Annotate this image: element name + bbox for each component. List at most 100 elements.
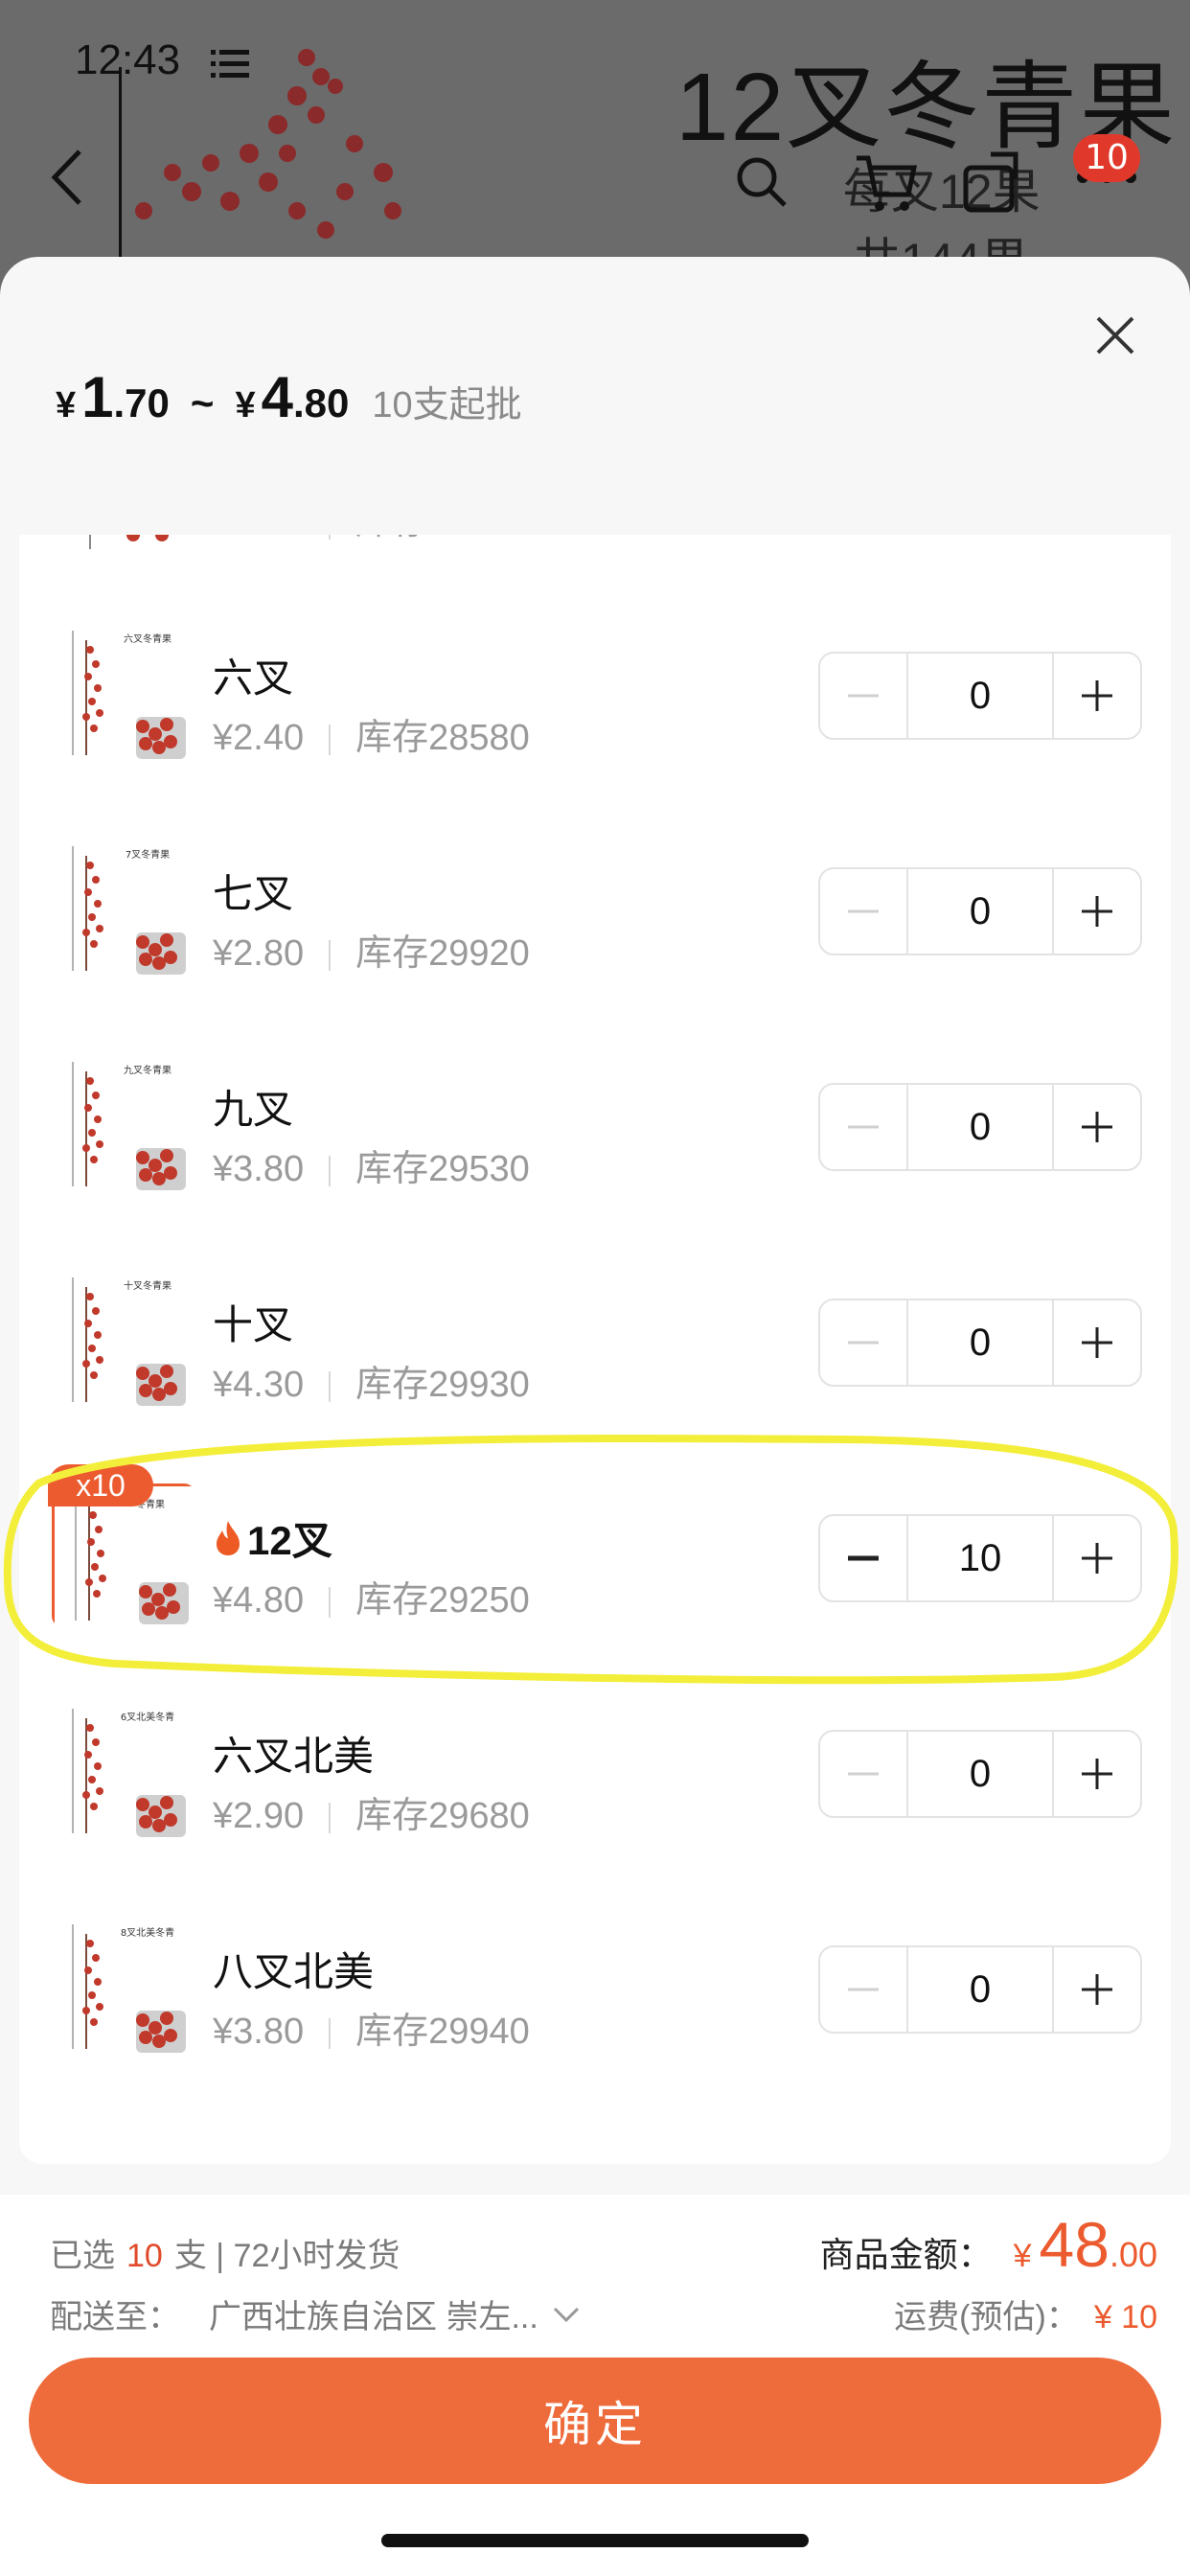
minus-icon: [848, 1772, 879, 1776]
sku-row[interactable]: 六叉冬青果 六叉 ¥2.40 库存28580 0: [19, 583, 1171, 798]
sku-row[interactable]: 6叉北美冬青 六叉北美 ¥2.90 库存29680 0: [19, 1661, 1171, 1876]
quantity-value[interactable]: 0: [906, 1300, 1054, 1385]
quantity-value[interactable]: 0: [906, 869, 1054, 954]
svg-text:7叉冬青果: 7叉冬青果: [126, 848, 170, 861]
sku-stock: 库存29930: [355, 1365, 530, 1405]
quantity-value[interactable]: 0: [906, 1947, 1054, 2032]
sku-meta: ¥1.70 库存14810: [213, 535, 530, 544]
sku-stock: 库存29530: [355, 1149, 530, 1189]
quantity-value[interactable]: 10: [906, 1516, 1054, 1600]
sku-list[interactable]: ¥1.70 库存14810 六叉冬青果 六叉 ¥2.40 库存28580 0 7叉冬青…: [19, 535, 1171, 2164]
sku-price: ¥1.70: [213, 535, 304, 542]
sku-row[interactable]: 8叉北美冬青 八叉北美 ¥3.80 库存29940 0: [19, 1876, 1171, 2092]
chevron-down-icon: [553, 2307, 579, 2322]
plus-icon: [1082, 1112, 1112, 1142]
sku-stock: 库存29680: [355, 1796, 530, 1836]
divider: [329, 2017, 332, 2049]
total-int: 48: [1039, 2209, 1110, 2280]
search-icon[interactable]: [733, 153, 790, 211]
sku-meta: ¥4.30 库存29930: [213, 1354, 530, 1407]
decrement-button[interactable]: [820, 869, 906, 954]
decrement-button[interactable]: [820, 1516, 906, 1600]
sku-meta: ¥2.80 库存29920: [213, 923, 530, 976]
sku-meta: ¥4.80 库存29250: [213, 1570, 530, 1622]
decrement-button[interactable]: [820, 654, 906, 738]
sku-thumbnail[interactable]: 九叉冬青果: [52, 1052, 195, 1196]
minus-icon: [848, 694, 879, 698]
selected-info: 已选 10 支 | 72小时发货: [50, 2229, 400, 2276]
selected-prefix: 已选: [50, 2238, 115, 2274]
sku-name-text: 十叉: [213, 1302, 294, 1347]
quantity-stepper[interactable]: 0: [818, 1945, 1142, 2034]
freight-label: 运费(预估)：: [894, 2299, 1079, 2335]
ship-to-label: 配送至：: [50, 2299, 180, 2335]
sku-thumbnail[interactable]: 8叉北美冬青: [52, 1915, 195, 2058]
sku-name: 十叉: [213, 1293, 293, 1351]
currency-symbol-2: ¥: [235, 385, 256, 426]
quantity-value[interactable]: 0: [906, 654, 1054, 738]
sku-thumbnail[interactable]: 十叉冬青果: [52, 1268, 195, 1412]
confirm-button[interactable]: 确定: [29, 2358, 1161, 2484]
close-icon[interactable]: [1087, 307, 1144, 364]
increment-button[interactable]: [1054, 1732, 1140, 1816]
total-dec: .00: [1109, 2235, 1157, 2274]
product-stem-line: [119, 67, 122, 288]
sku-price: ¥2.90: [213, 1796, 305, 1836]
fire-icon: [217, 1520, 240, 1555]
sku-meta: ¥3.80 库存29940: [213, 2001, 530, 2054]
sku-name: 八叉北美: [213, 1940, 374, 1998]
cart-icon[interactable]: [853, 149, 920, 216]
share-icon[interactable]: [958, 149, 1025, 216]
sku-name: 六叉北美: [213, 1724, 374, 1782]
sku-thumbnail[interactable]: 六叉冬青果: [52, 621, 195, 765]
sku-row[interactable]: 冬青果 x10 12叉 ¥4.80 库存29250 10: [19, 1445, 1171, 1661]
decrement-button[interactable]: [820, 1085, 906, 1169]
back-icon[interactable]: [43, 144, 91, 211]
sku-name: 12叉: [213, 1508, 332, 1567]
quantity-stepper[interactable]: 0: [818, 1730, 1142, 1818]
sku-name-text: 六叉: [213, 656, 294, 701]
increment-button[interactable]: [1054, 654, 1140, 738]
checkout-footer: 已选 10 支 | 72小时发货 配送至： 广西壮族自治区 崇左... 商品金额： …: [0, 2195, 1190, 2576]
sku-name-text: 六叉北美: [213, 1734, 375, 1779]
increment-button[interactable]: [1054, 1085, 1140, 1169]
decrement-button[interactable]: [820, 1732, 906, 1816]
quantity-stepper[interactable]: 10: [818, 1514, 1142, 1602]
status-time: 12:43: [75, 36, 181, 83]
increment-button[interactable]: [1054, 869, 1140, 954]
quantity-stepper[interactable]: 0: [818, 1299, 1142, 1387]
increment-button[interactable]: [1054, 1516, 1140, 1600]
sku-row[interactable]: 十叉冬青果 十叉 ¥4.30 库存29930 0: [19, 1230, 1171, 1445]
minus-icon: [848, 1125, 879, 1129]
sku-price: ¥4.30: [213, 1365, 305, 1405]
product-page-background: 12:43 12叉冬青果 每叉12果 共144果 10: [0, 0, 1190, 288]
min-order-qty: 10支起批: [372, 385, 522, 426]
sku-row[interactable]: 九叉冬青果 九叉 ¥3.80 库存29530 0: [19, 1014, 1171, 1230]
sku-stock: 库存29940: [355, 2012, 530, 2052]
ship-to-selector[interactable]: 配送至： 广西壮族自治区 崇左...: [50, 2290, 581, 2337]
total-label: 商品金额：: [819, 2235, 993, 2274]
sku-thumbnail[interactable]: 7叉冬青果: [52, 837, 195, 980]
quantity-value[interactable]: 0: [906, 1085, 1054, 1169]
sku-row[interactable]: 7叉冬青果 七叉 ¥2.80 库存29920 0: [19, 798, 1171, 1014]
increment-button[interactable]: [1054, 1300, 1140, 1385]
divider: [329, 724, 332, 755]
divider: [329, 1802, 332, 1833]
max-price-int: 4: [261, 365, 293, 429]
selected-suffix: 支 | 72小时发货: [173, 2238, 400, 2274]
max-price-dec: .80: [292, 380, 350, 426]
minus-icon: [848, 1988, 879, 1991]
minus-icon: [848, 909, 879, 913]
quantity-value[interactable]: 0: [906, 1732, 1054, 1816]
quantity-stepper[interactable]: 0: [818, 1083, 1142, 1171]
decrement-button[interactable]: [820, 1300, 906, 1385]
quantity-stepper[interactable]: 0: [818, 867, 1142, 955]
quantity-stepper[interactable]: 0: [818, 652, 1142, 740]
plus-icon: [1082, 1974, 1112, 2005]
plus-icon: [1082, 1543, 1112, 1574]
sku-price: ¥3.80: [213, 1149, 305, 1189]
sku-name-text: 12叉: [247, 1518, 332, 1563]
decrement-button[interactable]: [820, 1947, 906, 2032]
sku-thumbnail[interactable]: 6叉北美冬青: [52, 1699, 195, 1843]
increment-button[interactable]: [1054, 1947, 1140, 2032]
